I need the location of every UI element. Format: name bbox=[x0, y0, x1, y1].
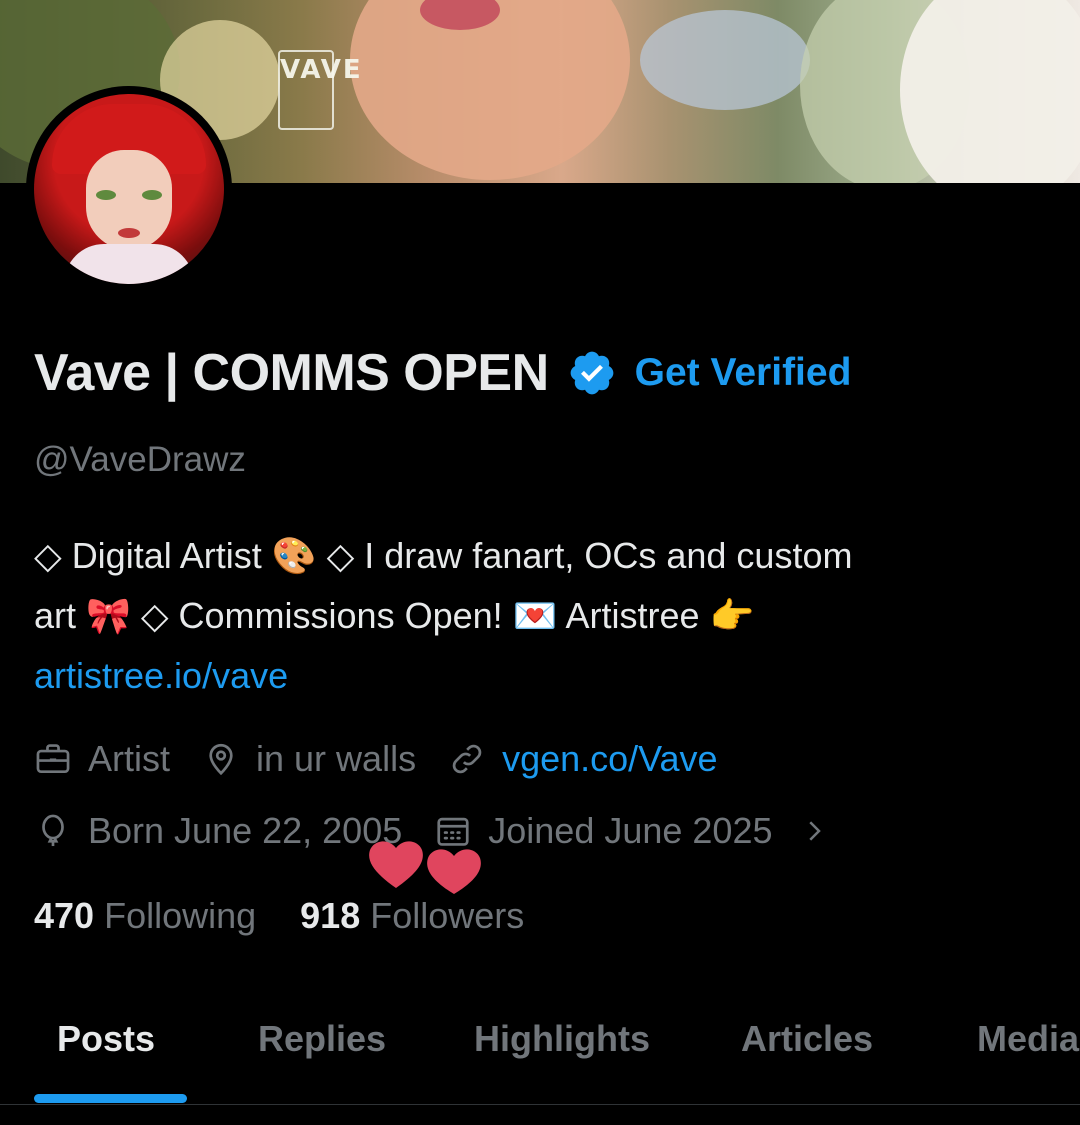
followers-stat[interactable]: 918 Followers bbox=[300, 895, 524, 937]
chevron-right-icon[interactable] bbox=[799, 816, 829, 846]
display-name: Vave | COMMS OPEN bbox=[34, 344, 549, 402]
tab-highlights[interactable]: Highlights bbox=[474, 1018, 650, 1060]
profile-stats: 470 Following 918 Followers bbox=[34, 888, 568, 944]
verified-badge-icon[interactable] bbox=[567, 348, 617, 398]
website-item[interactable]: vgen.co/Vave bbox=[448, 738, 718, 780]
joined-item: Joined June 2025 bbox=[434, 810, 773, 852]
tab-media[interactable]: Media bbox=[977, 1018, 1079, 1060]
birthday-item: Born June 22, 2005 bbox=[34, 810, 402, 852]
website-link[interactable]: vgen.co/Vave bbox=[502, 738, 717, 780]
tab-articles[interactable]: Articles bbox=[741, 1018, 873, 1060]
avatar-image bbox=[34, 94, 224, 284]
avatar[interactable] bbox=[26, 86, 232, 292]
bio-link[interactable]: artistree.io/vave bbox=[34, 646, 1044, 706]
tabs-divider bbox=[0, 1104, 1080, 1105]
briefcase-icon bbox=[36, 744, 70, 774]
location-pin-icon bbox=[209, 743, 233, 776]
followers-label: Followers bbox=[370, 895, 525, 936]
profession-label: Artist bbox=[88, 738, 171, 779]
location-label: in ur walls bbox=[256, 738, 417, 779]
profile-meta-row-1: Artist in ur walls vgen.co/Vave bbox=[34, 731, 750, 787]
hearts-sticker-icon bbox=[369, 841, 481, 894]
balloon-icon bbox=[42, 814, 64, 847]
banner-watermark: VAVE bbox=[278, 50, 361, 130]
following-label: Following bbox=[104, 895, 257, 936]
profession-item: Artist bbox=[34, 738, 170, 780]
following-stat[interactable]: 470 Following bbox=[34, 895, 256, 937]
followers-count: 918 bbox=[300, 895, 361, 936]
bio-line-1: ◇ Digital Artist 🎨 ◇ I draw fanart, OCs … bbox=[34, 535, 853, 576]
profile-bio: ◇ Digital Artist 🎨 ◇ I draw fanart, OCs … bbox=[34, 526, 1044, 706]
profile-tabs: Posts Replies Highlights Articles Media bbox=[0, 1000, 1080, 1104]
active-tab-indicator bbox=[34, 1094, 187, 1103]
birthday-label: Born June 22, 2005 bbox=[88, 810, 403, 851]
location-item: in ur walls bbox=[202, 738, 416, 780]
tab-replies[interactable]: Replies bbox=[258, 1018, 386, 1060]
get-verified-link[interactable]: Get Verified bbox=[635, 351, 852, 395]
bio-line-2: art 🎀 ◇ Commissions Open! 💌 Artistree 👉 bbox=[34, 595, 755, 636]
following-count: 470 bbox=[34, 895, 95, 936]
username-handle: @VaveDrawz bbox=[34, 440, 246, 479]
tab-posts[interactable]: Posts bbox=[57, 1018, 155, 1060]
joined-label: Joined June 2025 bbox=[488, 810, 773, 851]
profile-name-row: Vave | COMMS OPEN Get Verified bbox=[34, 338, 851, 408]
link-icon bbox=[452, 744, 482, 774]
